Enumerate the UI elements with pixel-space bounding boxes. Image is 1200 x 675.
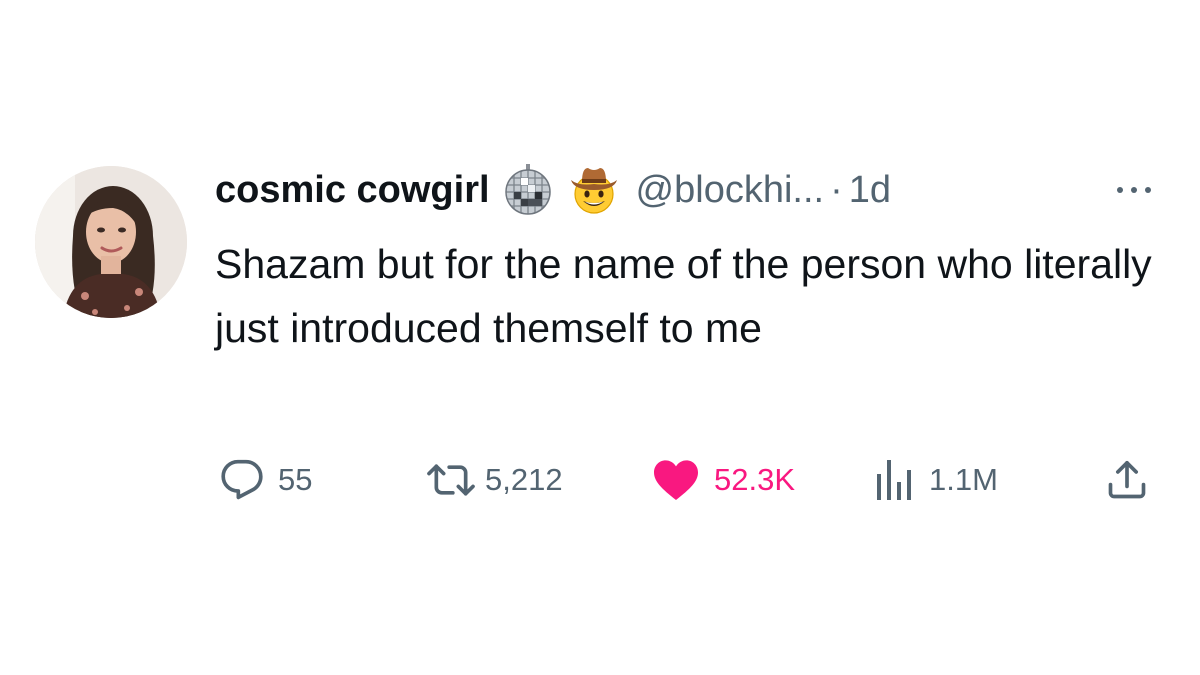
reply-button[interactable]: 55	[220, 450, 312, 510]
speech-bubble-icon	[220, 458, 264, 502]
views-button[interactable]: 1.1M	[875, 450, 998, 510]
repost-count: 5,212	[485, 462, 563, 497]
retweet-arrows-icon	[427, 458, 475, 502]
action-bar: 55 5,212 52.3K 1.1M	[215, 450, 1160, 510]
reply-count: 55	[278, 462, 313, 497]
separator-dot: ·	[830, 168, 843, 211]
cowboy-hat-face-emoji-icon	[568, 164, 620, 216]
tweet-card: cosmic cowgirl @blockhi... · 1d Shazam b…	[0, 0, 1200, 675]
handle[interactable]: @blockhi...	[636, 169, 825, 212]
upload-arrow-icon	[1105, 458, 1149, 502]
avatar[interactable]	[35, 166, 187, 318]
repost-button[interactable]: 5,212	[427, 450, 563, 510]
like-button[interactable]: 52.3K	[652, 450, 795, 510]
display-name[interactable]: cosmic cowgirl	[215, 169, 490, 212]
views-count: 1.1M	[929, 462, 998, 497]
mirror-ball-emoji-icon	[502, 164, 554, 216]
tweet-text: Shazam but for the name of the person wh…	[215, 241, 1152, 351]
share-button[interactable]	[1105, 450, 1149, 510]
like-count: 52.3K	[714, 462, 796, 497]
tweet-header: cosmic cowgirl @blockhi... · 1d	[215, 160, 891, 220]
heart-icon	[652, 458, 700, 502]
ellipsis-icon[interactable]	[1110, 180, 1160, 200]
timestamp[interactable]: 1d	[849, 169, 891, 212]
bar-chart-icon	[875, 458, 915, 502]
